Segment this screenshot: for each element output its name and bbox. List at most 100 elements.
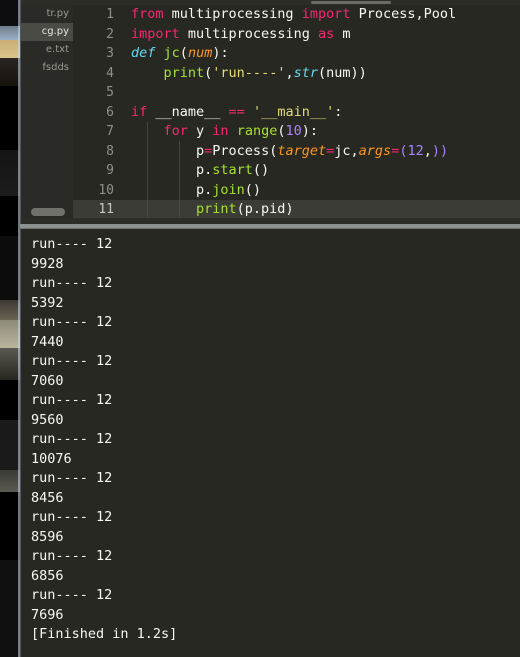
code-token: ( (179, 45, 188, 61)
file-item-cg-py[interactable]: cg.py (21, 23, 73, 41)
code-token: == (228, 103, 245, 120)
console-output-line: run---- 12 (31, 470, 113, 486)
code-content[interactable]: from multiprocessing import Process,Pool… (123, 5, 520, 224)
line-number: 11 (73, 200, 123, 220)
line-number: 5 (106, 85, 114, 100)
code-line[interactable]: for y in range(10): (123, 122, 520, 142)
code-token: jc (163, 45, 180, 61)
line-number-gutter: 1 2 3 4 5 6 7 8 9 10 11 (73, 5, 123, 224)
indent-guide (179, 141, 180, 224)
code-token: def (131, 45, 156, 61)
code-line[interactable]: p=Process(target=jc,args=(12,)) (123, 142, 520, 162)
code-token: print (163, 64, 205, 81)
code-token: import (301, 6, 351, 22)
code-line[interactable]: print('run----',str(num)) (123, 64, 520, 84)
console-output-line: run---- 12 (31, 392, 113, 408)
scrollbar-thumb[interactable] (311, 1, 391, 4)
code-token: as (317, 25, 335, 42)
code-token: () (252, 162, 270, 178)
console-output-line: 7060 (31, 372, 64, 389)
console-output-line: 8596 (31, 528, 64, 545)
console-output-list: run---- 12 9928 run---- 12 5392 run---- 12 74… (21, 229, 520, 645)
console-output-line: 6856 (31, 567, 64, 584)
console-output-line: run---- 12 (31, 509, 113, 525)
code-token: (p.pid) (236, 201, 294, 217)
code-token: Process,Pool (350, 6, 457, 22)
code-token: range (236, 123, 278, 139)
code-token: join (212, 181, 245, 198)
code-token: from (131, 6, 164, 22)
console-output-line: run---- 12 (31, 236, 113, 252)
code-token: )) (431, 142, 449, 159)
code-token: multiprocessing (163, 6, 302, 22)
code-token: '__main__' (252, 103, 335, 120)
console-output-line: run---- 12 (31, 353, 113, 369)
line-number: 10 (98, 182, 114, 198)
file-sidebar: tr.py cg.py e.txt fsdds (21, 5, 73, 224)
line-number: 2 (106, 26, 114, 42)
code-token: 12 (407, 142, 424, 159)
code-line[interactable]: p.join() (123, 181, 520, 201)
code-line[interactable]: import multiprocessing as m (123, 25, 520, 45)
code-token: __name__ (147, 103, 229, 120)
file-item-fsdds[interactable]: fsdds (21, 59, 73, 77)
code-token: m (334, 25, 351, 42)
code-token: str (293, 64, 318, 81)
line-number: 6 (106, 104, 114, 120)
code-token: 'run----' (212, 64, 286, 81)
line-number: 1 (106, 7, 114, 22)
file-item-tr-py[interactable]: tr.py (21, 5, 73, 23)
code-token: if (131, 103, 148, 120)
file-item-e-txt[interactable]: e.txt (21, 41, 73, 59)
code-line[interactable]: print(p.pid) (123, 200, 520, 220)
code-token: y (187, 123, 213, 139)
line-number: 3 (106, 46, 114, 61)
code-token: in (212, 123, 229, 139)
code-area[interactable]: 1 2 3 4 5 6 7 8 9 10 11 from multiprocessing impor… (73, 5, 520, 224)
console-output-line: [Finished in 1.2s] (31, 626, 178, 642)
build-output-console[interactable]: run---- 12 9928 run---- 12 5392 run---- 12 74… (20, 228, 520, 657)
code-token: ): (301, 123, 319, 139)
code-line[interactable]: from multiprocessing import Process,Pool (123, 5, 520, 25)
file-list: tr.py cg.py e.txt fsdds (21, 5, 73, 77)
code-token: p. (131, 181, 213, 198)
code-token: 10 (285, 123, 302, 139)
code-token: args (358, 142, 392, 159)
code-line[interactable]: if __name__ == '__main__': (123, 103, 520, 123)
console-output-line: 7696 (31, 606, 64, 623)
code-token: for (163, 123, 188, 139)
code-token: , (350, 142, 359, 159)
console-output-line: 9928 (31, 255, 64, 272)
code-token: : (334, 103, 343, 120)
indent-guide (147, 141, 148, 224)
code-token: print (196, 201, 237, 217)
code-token: (num)) (317, 64, 367, 81)
code-token: , (423, 142, 432, 159)
code-token: ): (212, 45, 229, 61)
console-output-line: 10076 (31, 450, 72, 467)
code-token: () (244, 181, 262, 198)
console-output-line: run---- 12 (31, 275, 113, 291)
code-line[interactable]: p.start() (123, 161, 520, 181)
code-token: Process (212, 142, 270, 159)
code-token: , (285, 64, 294, 81)
code-line[interactable] (123, 83, 520, 103)
code-editor-window: tr.py cg.py e.txt fsdds 1 2 3 4 5 6 7 8 9 10 11 from … (20, 0, 520, 224)
console-output-line: run---- 12 (31, 548, 113, 564)
code-token: jc (334, 142, 351, 159)
code-token: p. (131, 162, 213, 178)
code-token: multiprocessing (179, 25, 318, 42)
sidebar-horizontal-scrollbar[interactable] (31, 208, 65, 216)
code-line[interactable]: def jc(num): (123, 44, 520, 64)
console-output-line: 5392 (31, 294, 64, 311)
code-token: p (131, 142, 205, 159)
console-output-line: 7440 (31, 333, 64, 350)
console-output-line: run---- 12 (31, 587, 113, 603)
code-token: start (212, 162, 253, 178)
line-number: 7 (106, 124, 114, 139)
console-output-line: run---- 12 (31, 431, 113, 447)
